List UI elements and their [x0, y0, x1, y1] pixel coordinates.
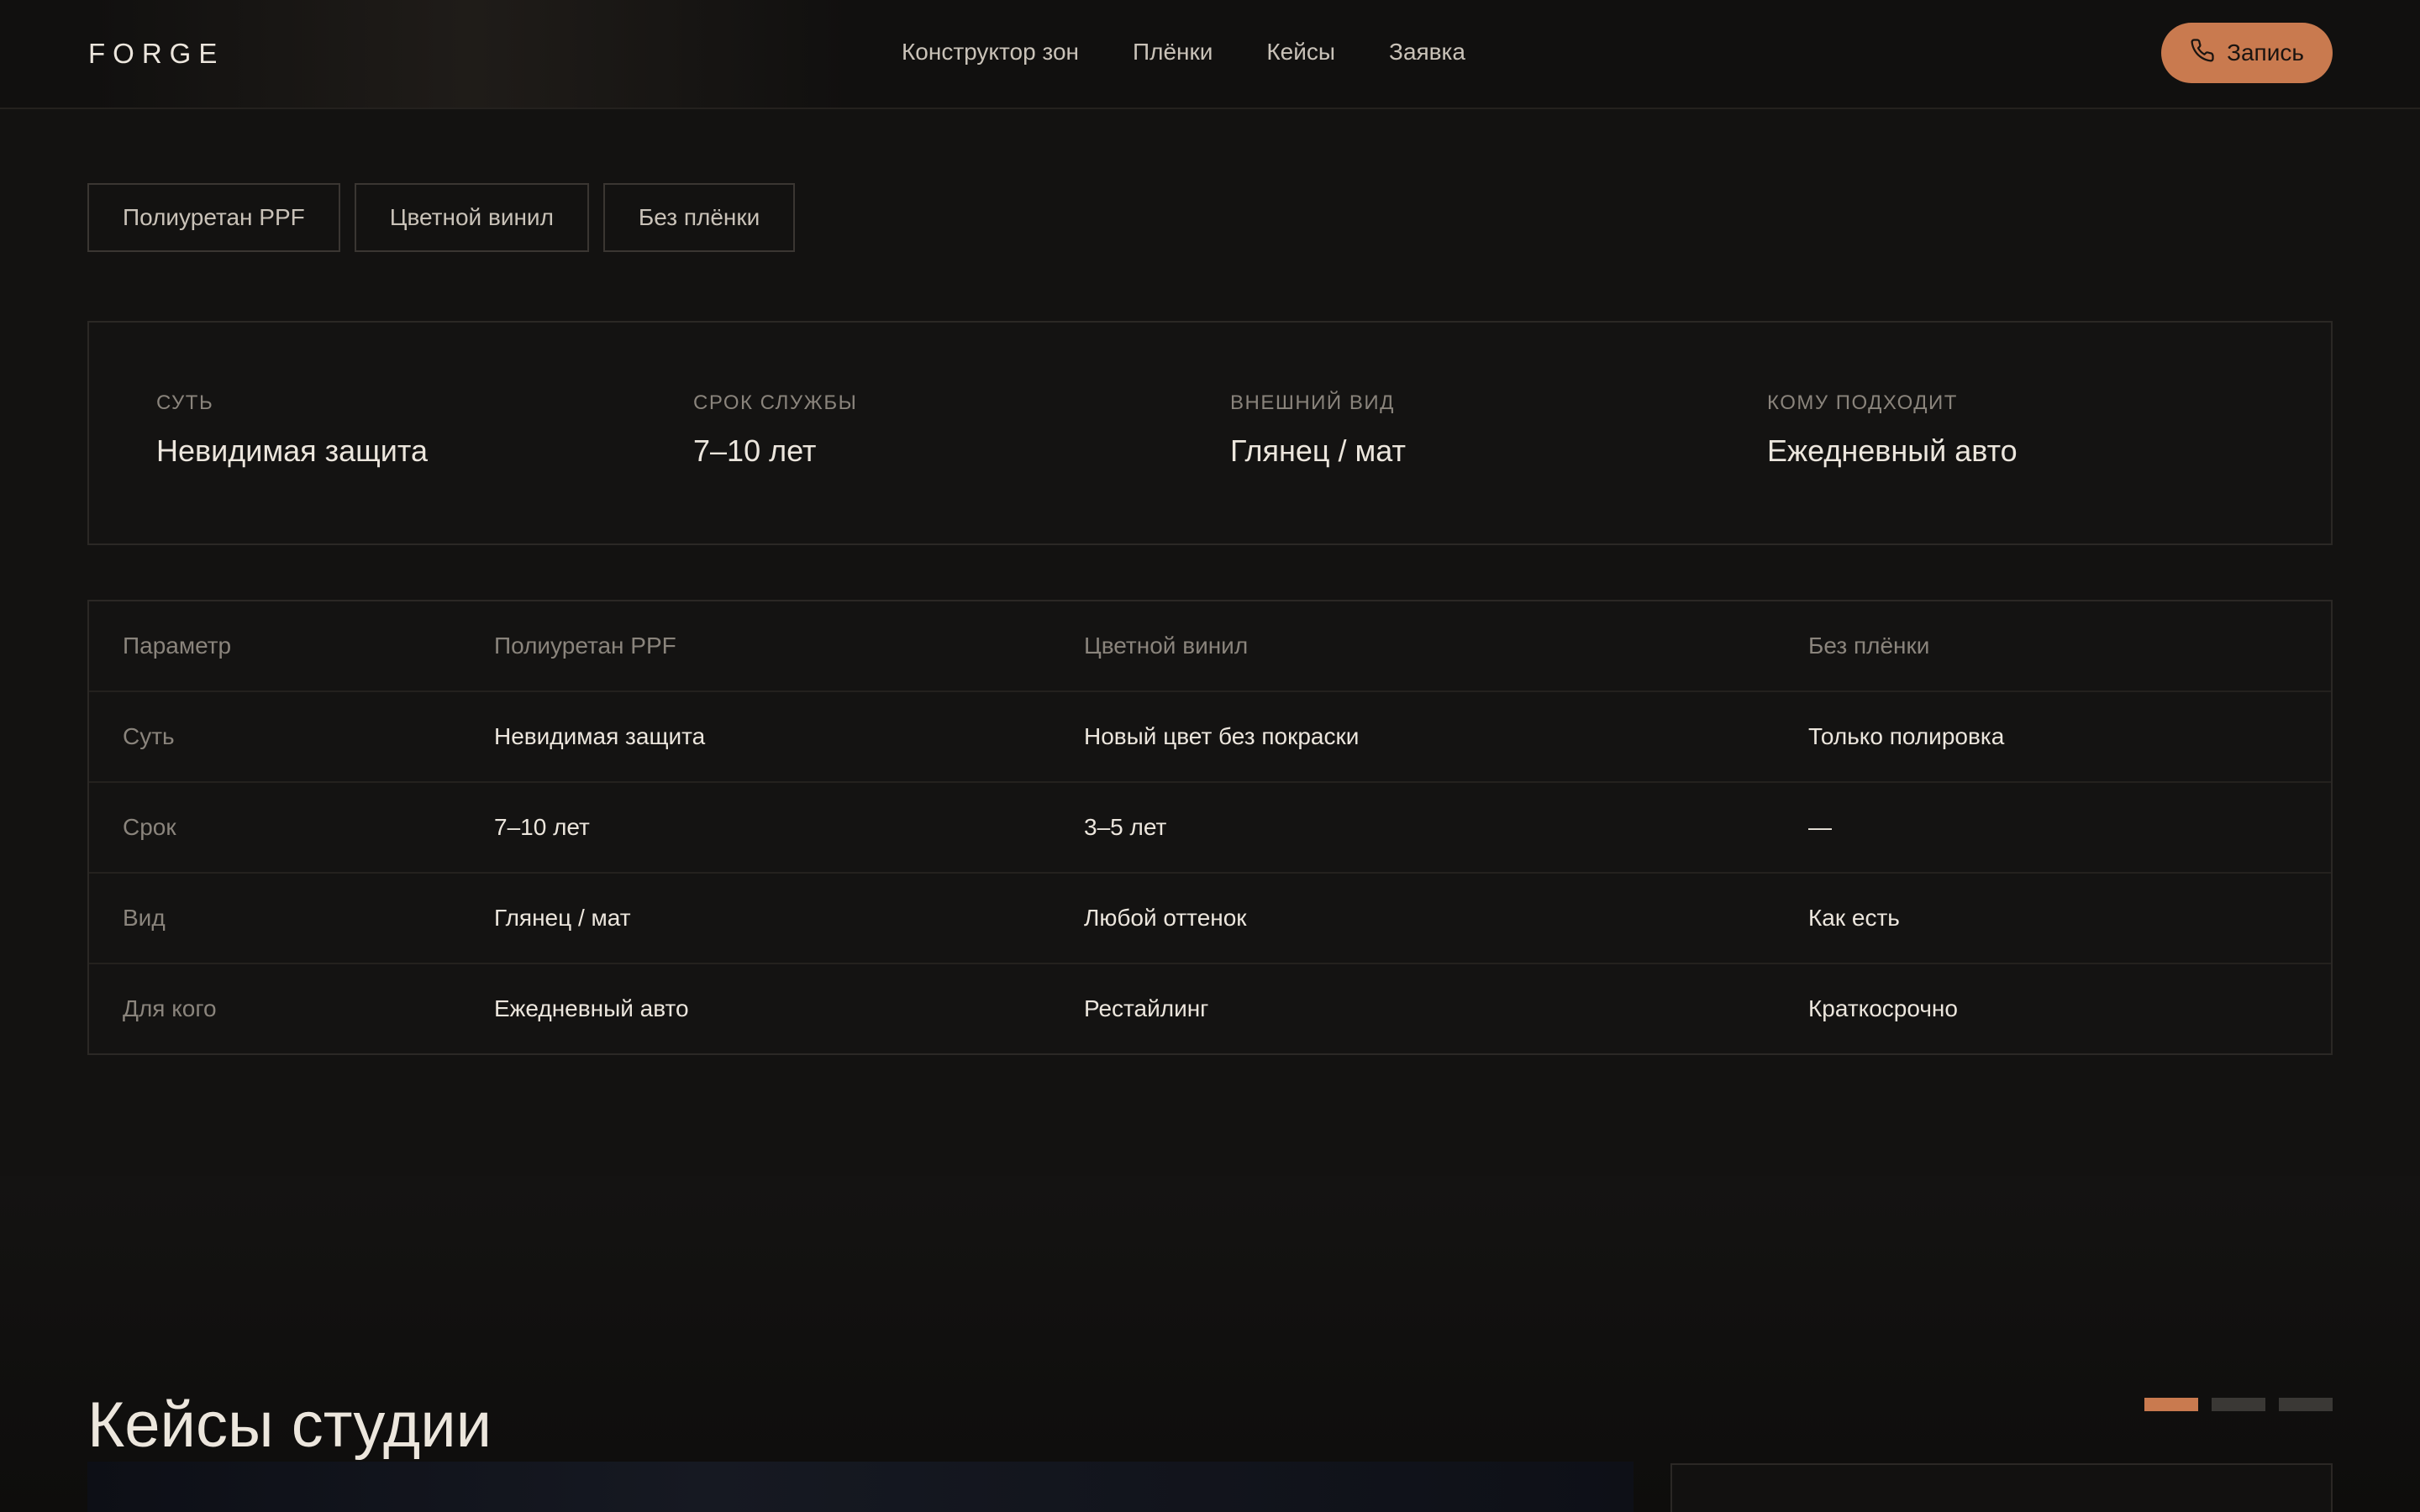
summary-essence: Суть Невидимая защита — [156, 391, 428, 469]
column-header: Без плёнки — [1808, 633, 1930, 659]
row-parameter: Вид — [123, 905, 166, 931]
table-cell: Глянец / мат — [494, 905, 631, 931]
table-header-row: Параметр Полиуретан PPF Цветной винил Бе… — [89, 601, 2331, 692]
carousel-dot[interactable] — [2212, 1398, 2265, 1411]
summary-lifetime: Срок службы 7–10 лет — [693, 391, 857, 469]
book-button[interactable]: Запись — [2161, 23, 2333, 83]
book-button-label: Запись — [2227, 39, 2304, 66]
section-title: Кейсы студии — [87, 1389, 492, 1462]
table-row: Вид Глянец / мат Любой оттенок Как есть — [89, 874, 2331, 964]
summary-appearance: Внешний вид Глянец / мат — [1230, 391, 1406, 469]
table-cell: Рестайлинг — [1084, 995, 1209, 1021]
table-row: Суть Невидимая защита Новый цвет без пок… — [89, 692, 2331, 783]
summary-audience: Кому подходит Ежедневный авто — [1767, 391, 2018, 469]
nav-request[interactable]: Заявка — [1389, 39, 1465, 66]
nav-cases[interactable]: Кейсы — [1266, 39, 1335, 66]
carousel-dot[interactable] — [2279, 1398, 2333, 1411]
row-parameter: Для кого — [123, 995, 217, 1021]
summary-value: Ежедневный авто — [1767, 433, 2018, 468]
table-cell: Ежедневный авто — [494, 995, 689, 1021]
tab-vinyl[interactable]: Цветной винил — [354, 183, 589, 252]
table-cell: Только полировка — [1808, 723, 2005, 749]
table-cell: Как есть — [1808, 905, 1900, 931]
row-parameter: Срок — [123, 814, 176, 840]
film-summary-card: Суть Невидимая защита Срок службы 7–10 л… — [87, 321, 2333, 545]
summary-label: Срок службы — [693, 391, 858, 414]
table-row: Для кого Ежедневный авто Рестайлинг Крат… — [89, 964, 2331, 1053]
table-row: Срок 7–10 лет 3–5 лет — — [89, 783, 2331, 874]
tab-no-film[interactable]: Без плёнки — [602, 183, 796, 252]
table-cell: Краткосрочно — [1808, 995, 1958, 1021]
logo[interactable]: FORGE — [88, 38, 224, 70]
table-cell: 3–5 лет — [1084, 814, 1167, 840]
film-type-tabs: Полиуретан PPF Цветной винил Без плёнки — [87, 183, 796, 252]
main-nav: Конструктор зон Плёнки Кейсы Заявка — [902, 39, 1465, 66]
case-image[interactable] — [87, 1462, 1634, 1512]
summary-label: Кому подходит — [1767, 391, 1958, 414]
column-header: Параметр — [123, 633, 232, 659]
column-header: Полиуретан PPF — [494, 633, 676, 659]
summary-value: Невидимая защита — [156, 433, 428, 468]
site-header: FORGE Конструктор зон Плёнки Кейсы Заявк… — [0, 0, 2420, 109]
carousel-indicators — [2144, 1398, 2333, 1411]
column-header: Цветной винил — [1084, 633, 1249, 659]
nav-zone-builder[interactable]: Конструктор зон — [902, 39, 1079, 66]
table-cell: Любой оттенок — [1084, 905, 1247, 931]
case-info-card — [1670, 1463, 2333, 1512]
table-cell: — — [1808, 814, 1832, 840]
table-cell: 7–10 лет — [494, 814, 590, 840]
summary-value: Глянец / мат — [1230, 433, 1406, 468]
tab-ppf[interactable]: Полиуретан PPF — [87, 183, 340, 252]
table-cell: Невидимая защита — [494, 723, 706, 749]
table-cell: Новый цвет без покраски — [1084, 723, 1360, 749]
summary-label: Внешний вид — [1230, 391, 1395, 414]
carousel-dot[interactable] — [2144, 1398, 2198, 1411]
phone-icon — [2190, 38, 2215, 69]
nav-films[interactable]: Плёнки — [1133, 39, 1213, 66]
comparison-table: Параметр Полиуретан PPF Цветной винил Бе… — [87, 600, 2333, 1055]
summary-value: 7–10 лет — [693, 433, 817, 468]
row-parameter: Суть — [123, 723, 175, 749]
summary-label: Суть — [156, 391, 214, 414]
